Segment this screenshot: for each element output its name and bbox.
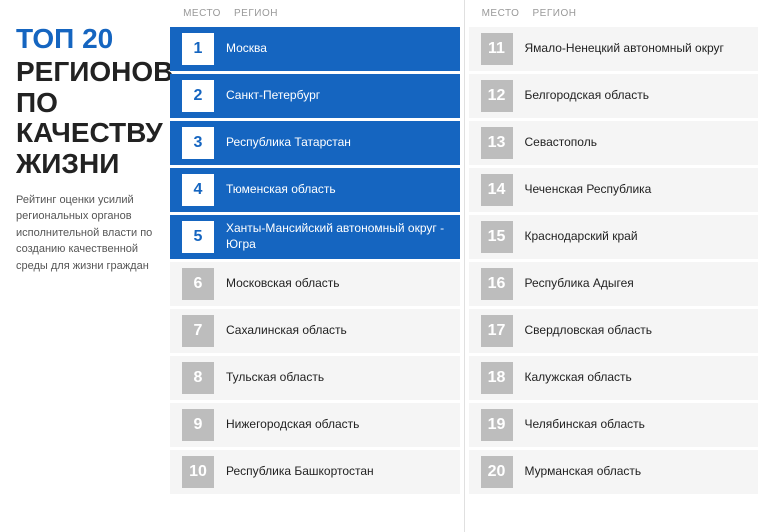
left-items-container: 1 Москва 2 Санкт-Петербург 3 Республика Татар… [170, 27, 460, 497]
rank-number: 17 [481, 315, 513, 347]
rank-number: 4 [182, 174, 214, 206]
rank-number: 12 [481, 80, 513, 112]
rank-name: Московская область [226, 276, 340, 292]
rankings-container: МЕСТО РЕГИОН 1 Москва 2 Санкт-Петербург 3 Рес… [170, 0, 758, 532]
list-item: 6 Московская область [170, 262, 460, 306]
left-panel: ТОП 20 РЕГИОНОВ ПО КАЧЕСТВУ ЖИЗНИ Рейтин… [0, 0, 170, 532]
list-item: 9 Нижегородская область [170, 403, 460, 447]
list-item: 4 Тюменская область [170, 168, 460, 212]
rank-name: Сахалинская область [226, 323, 347, 339]
left-header-mesto: МЕСТО [182, 8, 222, 19]
rank-number: 7 [182, 315, 214, 347]
rank-name: Санкт-Петербург [226, 88, 320, 104]
rank-name: Ханты-Мансийский автономный округ - Югра [226, 221, 448, 252]
title-top: ТОП 20 [16, 24, 154, 55]
rank-number: 8 [182, 362, 214, 394]
rank-name: Республика Татарстан [226, 135, 351, 151]
rank-name: Тульская область [226, 370, 324, 386]
rank-name: Мурманская область [525, 464, 642, 480]
rank-name: Свердловская область [525, 323, 652, 339]
rank-number: 14 [481, 174, 513, 206]
rank-number: 15 [481, 221, 513, 253]
rank-number: 2 [182, 80, 214, 112]
rank-number: 1 [182, 33, 214, 65]
rank-number: 16 [481, 268, 513, 300]
right-ranking-column: МЕСТО РЕГИОН 11 Ямало-Ненецкий автономный… [469, 0, 758, 532]
list-item: 20 Мурманская область [469, 450, 758, 494]
list-item: 11 Ямало-Ненецкий автономный округ [469, 27, 758, 71]
rank-number: 20 [481, 456, 513, 488]
rank-number: 11 [481, 33, 513, 65]
rank-name: Калужская область [525, 370, 632, 386]
list-item: 3 Республика Татарстан [170, 121, 460, 165]
right-header-mesto: МЕСТО [481, 8, 521, 19]
list-item: 7 Сахалинская область [170, 309, 460, 353]
left-header-region: РЕГИОН [234, 8, 278, 19]
left-col-header: МЕСТО РЕГИОН [170, 0, 460, 27]
list-item: 19 Челябинская область [469, 403, 758, 447]
title-line1: РЕГИОНОВ [16, 56, 173, 87]
title-line2: ПО КАЧЕСТВУ [16, 87, 163, 149]
subtitle: Рейтинг оценки усилий региональных орган… [16, 192, 154, 275]
list-item: 13 Севастополь [469, 121, 758, 165]
list-item: 8 Тульская область [170, 356, 460, 400]
column-divider [464, 0, 465, 532]
rank-name: Белгородская область [525, 88, 649, 104]
rank-number: 6 [182, 268, 214, 300]
rank-name: Краснодарский край [525, 229, 638, 245]
right-items-container: 11 Ямало-Ненецкий автономный округ 12 Белго… [469, 27, 758, 497]
list-item: 14 Чеченская Республика [469, 168, 758, 212]
rank-name: Тюменская область [226, 182, 336, 198]
list-item: 5 Ханты-Мансийский автономный округ - Югр… [170, 215, 460, 259]
right-col-header: МЕСТО РЕГИОН [469, 0, 758, 27]
list-item: 17 Свердловская область [469, 309, 758, 353]
title-line3: ЖИЗНИ [16, 148, 119, 179]
rank-number: 19 [481, 409, 513, 441]
list-item: 15 Краснодарский край [469, 215, 758, 259]
rank-name: Республика Адыгея [525, 276, 634, 292]
list-item: 1 Москва [170, 27, 460, 71]
list-item: 12 Белгородская область [469, 74, 758, 118]
rank-number: 10 [182, 456, 214, 488]
rank-name: Москва [226, 41, 267, 57]
rank-name: Севастополь [525, 135, 597, 151]
rank-number: 9 [182, 409, 214, 441]
right-header-region: РЕГИОН [533, 8, 577, 19]
list-item: 10 Республика Башкортостан [170, 450, 460, 494]
rank-name: Чеченская Республика [525, 182, 652, 198]
rank-number: 5 [182, 221, 214, 253]
rank-name: Нижегородская область [226, 417, 359, 433]
rank-number: 13 [481, 127, 513, 159]
left-ranking-column: МЕСТО РЕГИОН 1 Москва 2 Санкт-Петербург 3 Рес… [170, 0, 460, 532]
rank-name: Ямало-Ненецкий автономный округ [525, 41, 724, 57]
title-main: РЕГИОНОВ ПО КАЧЕСТВУ ЖИЗНИ [16, 57, 154, 180]
list-item: 16 Республика Адыгея [469, 262, 758, 306]
rank-name: Республика Башкортостан [226, 464, 374, 480]
rank-number: 18 [481, 362, 513, 394]
rank-number: 3 [182, 127, 214, 159]
list-item: 2 Санкт-Петербург [170, 74, 460, 118]
rank-name: Челябинская область [525, 417, 645, 433]
list-item: 18 Калужская область [469, 356, 758, 400]
